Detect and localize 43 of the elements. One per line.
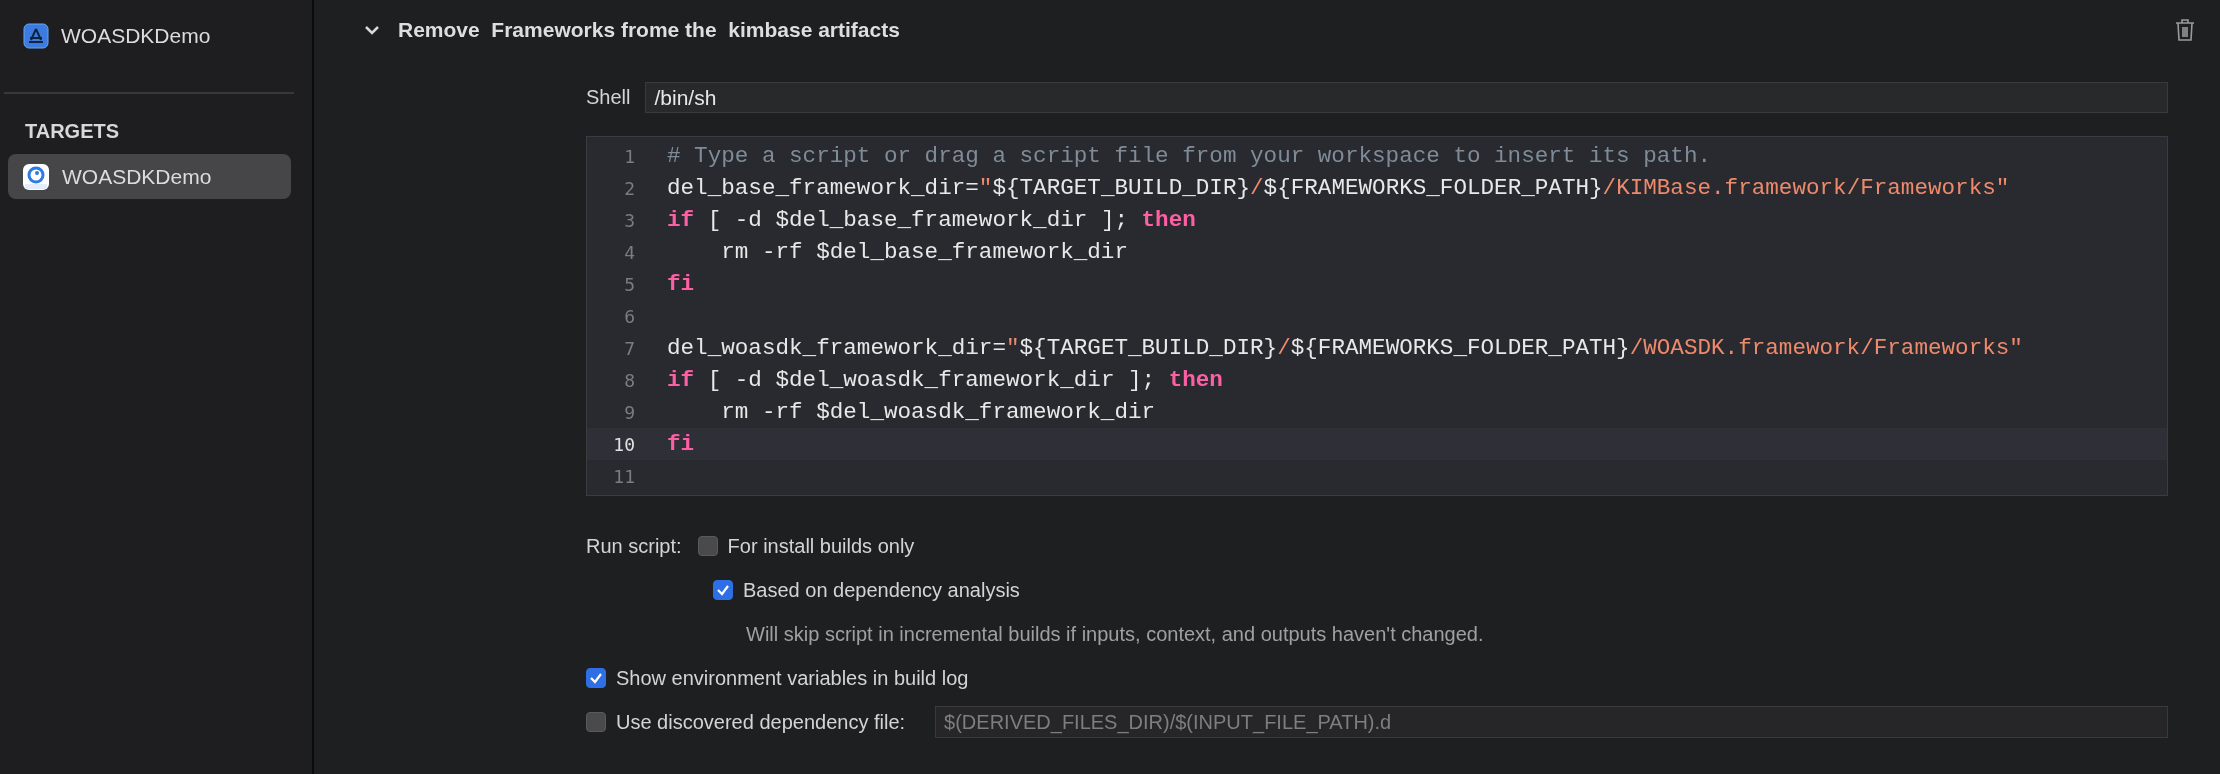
code-text: rm -rf $del_base_framework_dir — [720, 239, 1128, 265]
checkbox[interactable] — [713, 580, 733, 600]
checkbox[interactable] — [586, 712, 606, 732]
checkbox-label[interactable]: Show environment variables in build log — [616, 666, 969, 690]
line-number: 8 — [623, 369, 635, 391]
code-text: del_woasdk_framework_dir="${TARGET_BUILD_DIR}/${FRAMEWORKS_FOLDER_PATH}/WOASDK.framework/Frameworks" — [667, 335, 2023, 361]
checkbox-label[interactable]: Use discovered dependency file: — [616, 710, 906, 734]
script-editor[interactable] — [586, 136, 2168, 496]
checkbox-label[interactable]: For install builds only — [727, 534, 915, 558]
shell-field[interactable]: /bin/sh — [645, 82, 2168, 113]
checkbox[interactable] — [697, 536, 718, 556]
line-number: 1 — [623, 145, 635, 167]
app-store-icon — [23, 23, 49, 49]
line-number: 5 — [623, 273, 635, 295]
checkmark-icon — [716, 583, 730, 597]
line-number: 3 — [623, 209, 635, 231]
project-name[interactable]: WOASDKDemo — [61, 24, 211, 48]
option-note: Will skip script in incremental builds if inputs, context, and outputs haven't changed. — [745, 622, 1484, 646]
trash-icon[interactable] — [2175, 18, 2195, 42]
line-number: 4 — [623, 241, 635, 263]
line-number: 7 — [623, 337, 635, 359]
chevron-icon[interactable] — [364, 24, 380, 36]
code-text: if [ -d $del_woasdk_framework_dir ]; then — [667, 367, 1223, 393]
target-item[interactable]: WOASDKDemo — [8, 154, 291, 199]
line-number: 11 — [612, 465, 635, 487]
code-text: fi — [667, 431, 695, 457]
checkbox-label[interactable]: Based on dependency analysis — [743, 578, 1020, 602]
phase-title: Remove Frameworks frome the kimbase artifacts — [398, 18, 901, 42]
line-number: 2 — [623, 177, 635, 199]
checkmark-icon — [589, 671, 603, 685]
code-text: del_base_framework_dir="${TARGET_BUILD_DIR}/${FRAMEWORKS_FOLDER_PATH}/KIMBase.framework/Frameworks" — [667, 175, 2010, 201]
section-title: TARGETS — [24, 118, 121, 144]
line-number: 10 — [612, 433, 635, 455]
code-text: # Type a script or drag a script file from your workspace to insert its path. — [667, 143, 1711, 169]
code-text: if [ -d $del_base_framework_dir ]; then — [667, 207, 1196, 233]
code-text: fi — [667, 271, 695, 297]
app-icon — [22, 162, 50, 191]
code-text: rm -rf $del_woasdk_framework_dir — [720, 399, 1156, 425]
line-number: 9 — [623, 401, 635, 423]
run-script-label: Run script: — [586, 534, 682, 558]
line-number: 6 — [623, 305, 635, 327]
checkbox[interactable] — [586, 668, 606, 688]
shell-label: Shell — [586, 86, 631, 109]
